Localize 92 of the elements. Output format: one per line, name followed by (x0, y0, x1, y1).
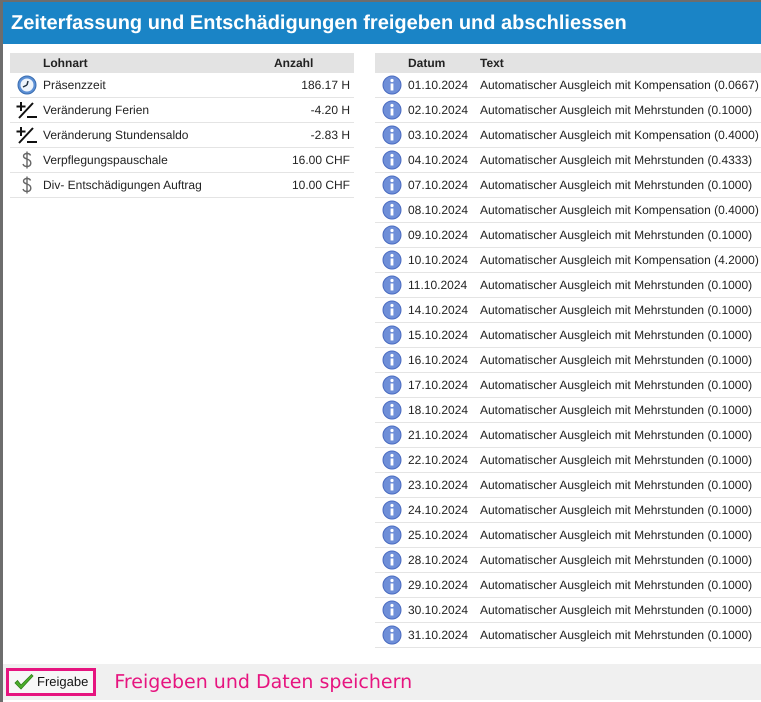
table-cell-text: 25.10.2024 (408, 527, 470, 544)
table-cell-text: 28.10.2024 (408, 552, 470, 569)
info-icon (382, 550, 402, 570)
table-cell-text: 22.10.2024 (408, 452, 470, 469)
table-cell-text: 16.10.2024 (408, 352, 470, 369)
table-cell-text: 07.10.2024 (408, 177, 470, 194)
info-icon (382, 200, 402, 220)
table-cell-text: 29.10.2024 (408, 577, 470, 594)
info-icon (382, 325, 402, 345)
column-header: Lohnart (43, 55, 89, 72)
info-icon (382, 75, 402, 95)
table-cell-text: Automatischer Ausgleich mit Mehrstunden (0.1000) (480, 427, 754, 444)
table-cell-text: Automatischer Ausgleich mit Mehrstunden (0.1000) (480, 452, 754, 469)
info-icon (382, 175, 402, 195)
table-cell-text: Automatischer Ausgleich mit Mehrstunden (0.1000) (480, 277, 754, 294)
info-icon (382, 600, 402, 620)
table-cell-text: 10.00 CHF (290, 177, 351, 194)
table-cell-text: Automatischer Ausgleich mit Mehrstunden (0.1000) (480, 377, 754, 394)
table-cell-text: Automatischer Ausgleich mit Mehrstunden (0.1000) (480, 177, 754, 194)
window-title: Zeiterfassung und Entschädigungen freigeben und abschliessen (3, 2, 761, 44)
table-cell-text: Automatischer Ausgleich mit Kompensation (0.4000) (480, 202, 760, 219)
table-cell-text: Automatischer Ausgleich mit Mehrstunden (0.1000) (480, 402, 754, 419)
table-cell-text: Automatischer Ausgleich mit Mehrstunden (0.1000) (480, 577, 754, 594)
table-cell-text: 23.10.2024 (408, 477, 470, 494)
info-icon (382, 575, 402, 595)
release-button[interactable]: Freigabe (6, 668, 96, 696)
clock-icon (16, 75, 36, 95)
table-cell-text: Automatischer Ausgleich mit Mehrstunden (0.4333) (480, 152, 754, 169)
info-icon (382, 100, 402, 120)
table-cell-text: -2.83 H (310, 127, 351, 144)
info-icon (382, 125, 402, 145)
table-cell-text: Automatischer Ausgleich mit Mehrstunden (0.1000) (480, 502, 754, 519)
table-cell-text: Automatischer Ausgleich mit Mehrstunden (0.1000) (480, 102, 754, 119)
table-cell-text: 186.17 H (300, 77, 351, 94)
dollar-icon (20, 175, 32, 195)
table-cell-text: Verpflegungspauschale (43, 152, 169, 169)
table-cell-text: Automatischer Ausgleich mit Mehrstunden (0.1000) (480, 227, 754, 244)
table-cell-text: -4.20 H (310, 102, 351, 119)
info-icon (382, 150, 402, 170)
checkmark-icon (14, 674, 34, 690)
plus-minus-icon (16, 100, 38, 120)
table-cell-text: 14.10.2024 (408, 302, 470, 319)
annotation-text: Freigeben und Daten speichern (114, 670, 412, 695)
table-cell-text: Veränderung Ferien (43, 102, 150, 119)
table-cell-text: 30.10.2024 (408, 602, 470, 619)
table-cell-text: 21.10.2024 (408, 427, 470, 444)
table-cell-text: 03.10.2024 (408, 127, 470, 144)
info-icon (382, 300, 402, 320)
table-cell-text: Veränderung Stundensaldo (43, 127, 190, 144)
info-icon (382, 225, 402, 245)
table-cell-text: 17.10.2024 (408, 377, 470, 394)
info-icon (382, 400, 402, 420)
table-cell-text: 02.10.2024 (408, 102, 470, 119)
table-cell-text: 31.10.2024 (408, 627, 470, 644)
table-cell-text: Automatischer Ausgleich mit Mehrstunden (0.1000) (480, 302, 754, 319)
table-cell-text: 04.10.2024 (408, 152, 470, 169)
table-cell-text: 24.10.2024 (408, 502, 470, 519)
table-cell-text: Automatischer Ausgleich mit Kompensation (0.4000) (480, 127, 760, 144)
column-header: Text (480, 55, 505, 72)
dollar-icon (20, 150, 32, 170)
info-icon (382, 450, 402, 470)
table-cell-text: Automatischer Ausgleich mit Kompensation (0.0667) (480, 77, 760, 94)
table-cell-text: Automatischer Ausgleich mit Kompensation (4.2000) (480, 252, 760, 269)
info-icon (382, 350, 402, 370)
info-icon (382, 425, 402, 445)
table-cell-text: Automatischer Ausgleich mit Mehrstunden (0.1000) (480, 477, 754, 494)
table-cell-text: Automatischer Ausgleich mit Mehrstunden (0.1000) (480, 627, 754, 644)
table-cell-text: 09.10.2024 (408, 227, 470, 244)
table-cell-text: 11.10.2024 (408, 277, 468, 294)
info-icon (382, 275, 402, 295)
info-icon (382, 500, 402, 520)
plus-minus-icon (16, 125, 38, 145)
table-cell-text: Automatischer Ausgleich mit Mehrstunden (0.1000) (480, 352, 754, 369)
table-cell-text: 15.10.2024 (408, 327, 470, 344)
table-cell-text: Div- Entschädigungen Auftrag (43, 177, 203, 194)
info-icon (382, 525, 402, 545)
info-icon (382, 250, 402, 270)
table-cell-text: 18.10.2024 (408, 402, 470, 419)
table-cell-text: 10.10.2024 (408, 252, 470, 269)
table-cell-text: Präsenzzeit (43, 77, 107, 94)
info-icon (382, 475, 402, 495)
column-header: Datum (408, 55, 446, 72)
column-header: Anzahl (274, 55, 314, 72)
info-icon (382, 625, 402, 645)
table-cell-text: Automatischer Ausgleich mit Mehrstunden (0.1000) (480, 552, 754, 569)
table-cell-text: 08.10.2024 (408, 202, 470, 219)
table-cell-text: Automatischer Ausgleich mit Mehrstunden (0.1000) (480, 527, 754, 544)
info-icon (382, 375, 402, 395)
table-cell-text: 01.10.2024 (408, 77, 470, 94)
table-cell-text: 16.00 CHF (290, 152, 351, 169)
table-cell-text: Automatischer Ausgleich mit Mehrstunden (0.1000) (480, 327, 754, 344)
table-cell-text: Automatischer Ausgleich mit Mehrstunden (0.1000) (480, 602, 754, 619)
